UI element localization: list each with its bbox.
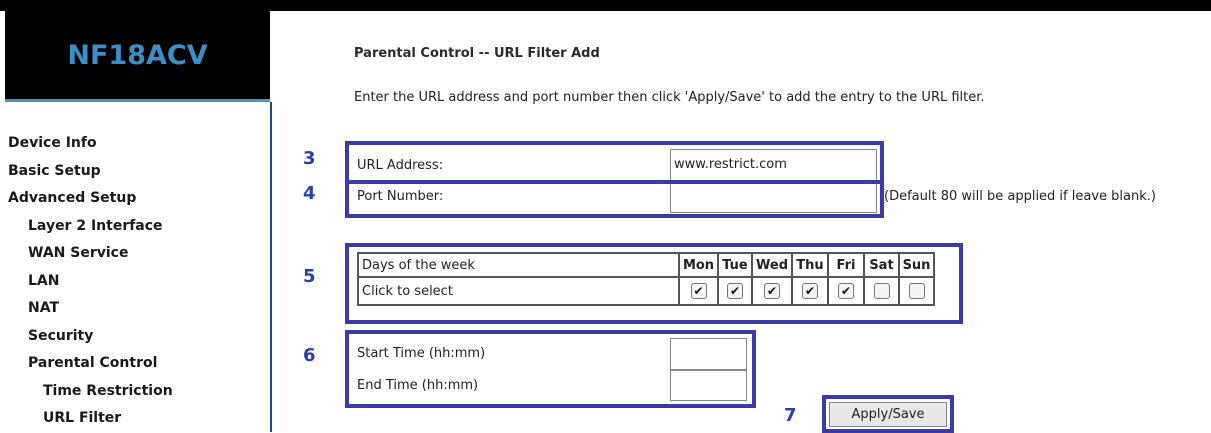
sidebar-item-wan-service[interactable]: WAN Service	[5, 240, 270, 268]
annotation-box-apply	[822, 395, 954, 433]
sidebar-nav: Device Info Basic Setup Advanced Setup L…	[5, 130, 270, 433]
step-number-4: 4	[303, 183, 316, 204]
step-number-6: 6	[303, 345, 316, 366]
sidebar-item-advanced-setup[interactable]: Advanced Setup	[5, 185, 270, 213]
sidebar-item-device-info[interactable]: Device Info	[5, 130, 270, 158]
annotation-box-days	[345, 243, 963, 324]
sidebar-item-layer2-interface[interactable]: Layer 2 Interface	[5, 213, 270, 241]
annotation-box-time	[345, 330, 756, 408]
sidebar: Device Info Basic Setup Advanced Setup L…	[5, 102, 272, 432]
sidebar-item-time-restriction[interactable]: Time Restriction	[5, 378, 270, 406]
top-bar	[0, 0, 1211, 11]
step-number-3: 3	[303, 148, 316, 169]
sidebar-item-basic-setup[interactable]: Basic Setup	[5, 158, 270, 186]
sidebar-item-nat[interactable]: NAT	[5, 295, 270, 323]
sidebar-item-url-filter[interactable]: URL Filter	[5, 405, 270, 433]
annotation-box-port	[345, 180, 884, 218]
brand-logo: NF18ACV	[5, 11, 270, 99]
step-number-7: 7	[784, 405, 797, 426]
annotation-box-url	[345, 141, 884, 184]
page-title: Parental Control -- URL Filter Add	[354, 46, 600, 61]
sidebar-item-lan[interactable]: LAN	[5, 268, 270, 296]
sidebar-item-security[interactable]: Security	[5, 323, 270, 351]
sidebar-item-parental-control[interactable]: Parental Control	[5, 350, 270, 378]
port-hint: (Default 80 will be applied if leave bla…	[884, 189, 1156, 204]
page-description: Enter the URL address and port number th…	[354, 90, 985, 105]
step-number-5: 5	[303, 266, 316, 287]
